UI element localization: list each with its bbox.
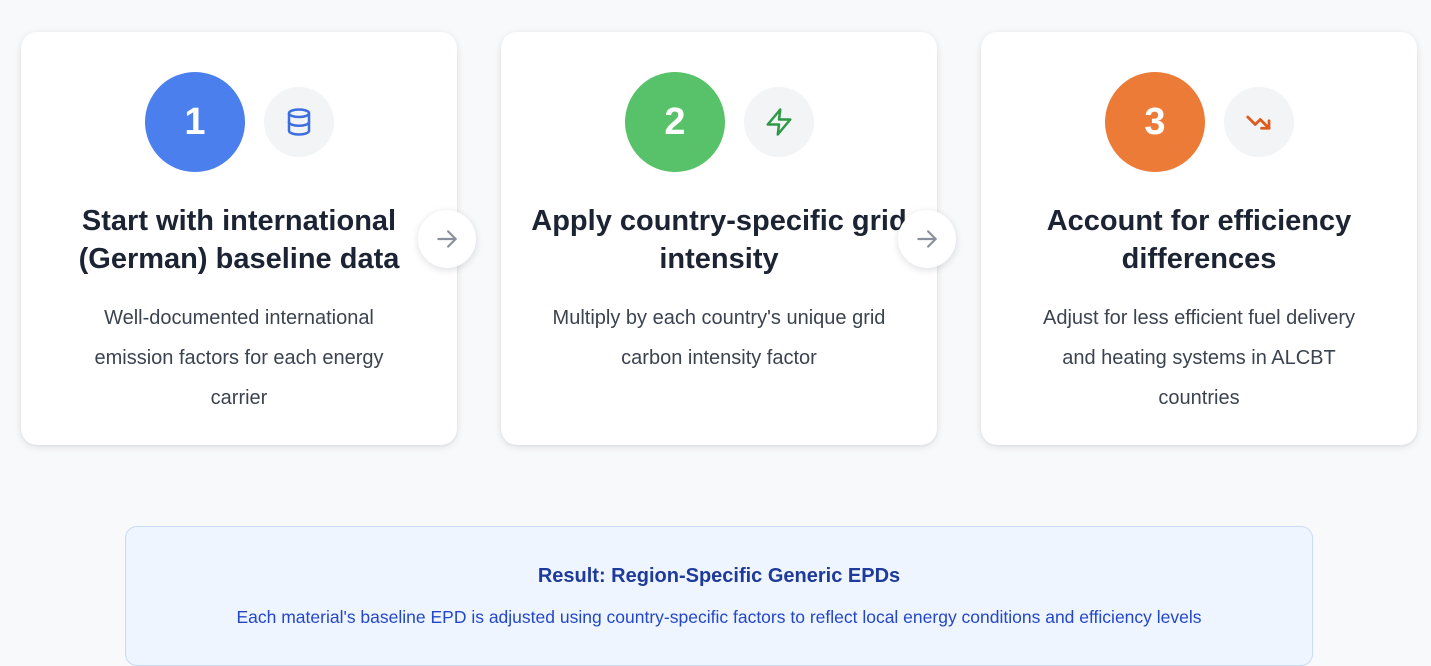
result-description: Each material's baseline EPD is adjusted… <box>236 607 1202 627</box>
step-title: Account for efficiency differences <box>1046 205 1352 275</box>
database-icon <box>264 87 334 157</box>
step-card-1: 1 Start with international (German) base… <box>21 32 457 445</box>
result-panel: Result: Region-Specific Generic EPDs Eac… <box>125 526 1313 666</box>
step-number-badge: 2 <box>625 72 725 172</box>
step-title: Apply country-specific grid intensity <box>531 205 907 275</box>
arrow-right-icon <box>898 210 956 268</box>
step-description: Multiply by each country's unique grid c… <box>552 307 886 369</box>
step-description: Adjust for less efficient fuel delivery … <box>1042 307 1355 409</box>
step-card-2: 2 Apply country-specific grid intensity … <box>501 32 937 445</box>
trending-down-icon <box>1224 87 1294 157</box>
lightning-icon <box>744 87 814 157</box>
result-title: Result: Region-Specific Generic EPDs <box>537 565 901 587</box>
arrow-right-icon <box>418 210 476 268</box>
step-title: Start with international (German) baseli… <box>78 205 400 275</box>
step-card-3: 3 Account for efficiency differences Adj… <box>981 32 1417 445</box>
step-number-badge: 1 <box>145 72 245 172</box>
step-description: Well-documented international emission f… <box>94 307 384 409</box>
step-number-badge: 3 <box>1105 72 1205 172</box>
